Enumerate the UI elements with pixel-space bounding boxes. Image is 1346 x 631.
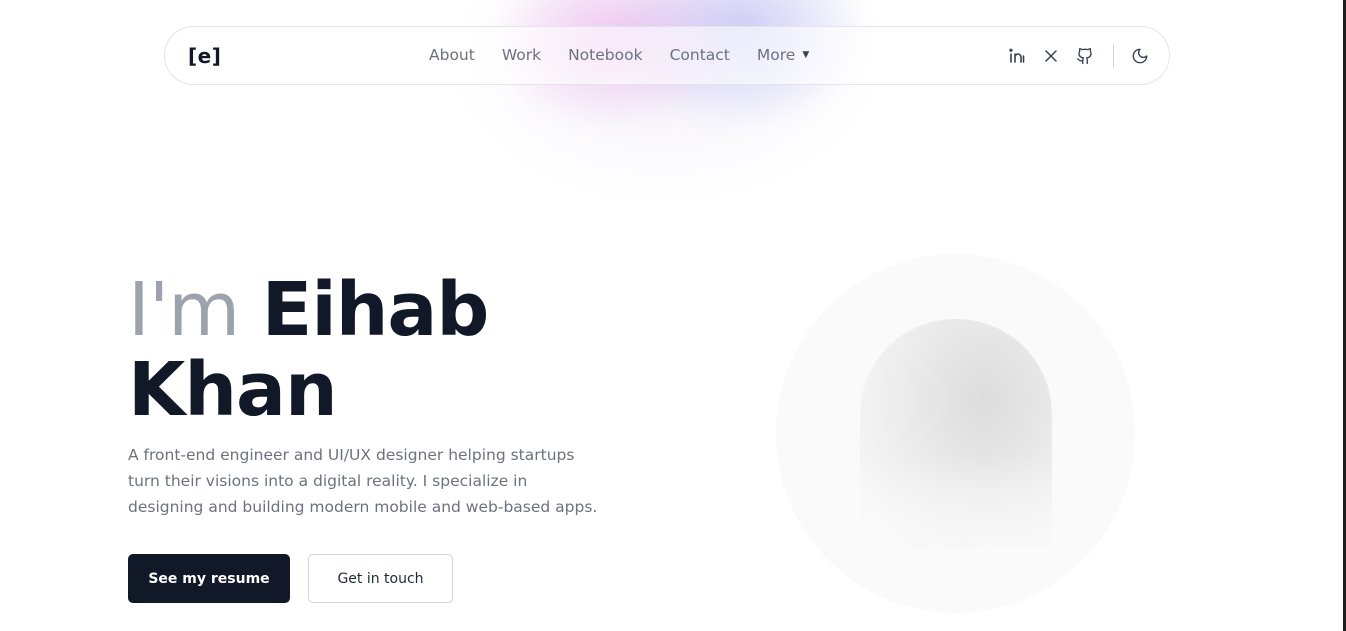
get-in-touch-button[interactable]: Get in touch <box>308 554 453 603</box>
nav-link-notebook[interactable]: Notebook <box>568 46 642 64</box>
avatar <box>776 254 1135 613</box>
nav-links: About Work Notebook Contact More ▼ <box>429 46 809 64</box>
nav-link-contact[interactable]: Contact <box>670 46 730 64</box>
nav-more-dropdown[interactable]: More ▼ <box>757 46 809 64</box>
nav-more-label: More <box>756 46 796 64</box>
github-icon[interactable] <box>1073 44 1097 68</box>
caret-down-icon: ▼ <box>802 50 810 60</box>
nav-divider <box>1113 44 1114 68</box>
linkedin-icon[interactable] <box>1005 44 1029 68</box>
site-logo[interactable]: [e] <box>188 44 221 68</box>
see-resume-button[interactable]: See my resume <box>128 554 290 603</box>
navbar: [e] About Work Notebook Contact More ▼ <box>164 26 1170 85</box>
moon-icon[interactable] <box>1128 44 1152 68</box>
hero-first-name: Eihab <box>261 267 490 353</box>
nav-link-work[interactable]: Work <box>502 46 541 64</box>
hero-last-name: Khan <box>128 347 338 433</box>
hero-title: I'm Eihab Khan <box>128 270 648 430</box>
hero-description: A front-end engineer and UI/UX designer … <box>128 446 598 516</box>
hero-greeting: I'm <box>128 267 262 353</box>
page: [e] About Work Notebook Contact More ▼ I… <box>0 0 1346 631</box>
ghost-avatar-illustration <box>860 319 1052 549</box>
nav-social-icons <box>1005 44 1162 68</box>
x-icon[interactable] <box>1039 44 1063 68</box>
nav-link-about[interactable]: About <box>429 46 475 64</box>
